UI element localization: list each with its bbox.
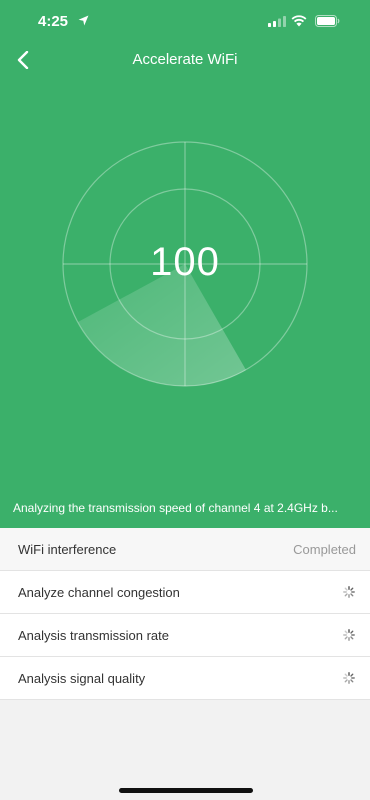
- hero-section: 4:25 Accelerate WiFi 100 Analyzing the t…: [0, 0, 370, 528]
- wifi-icon: [291, 15, 307, 27]
- check-item-label: Analyze channel congestion: [18, 585, 180, 600]
- spinner-icon: [343, 586, 355, 598]
- navigation-bar: Accelerate WiFi: [0, 44, 370, 76]
- location-arrow-icon: [78, 15, 89, 26]
- status-time: 4:25: [38, 13, 69, 30]
- speed-score: 100: [150, 240, 220, 284]
- analysis-status-text: Analyzing the transmission speed of chan…: [13, 501, 338, 515]
- check-item-label: WiFi interference: [18, 542, 117, 557]
- check-item-label: Analysis signal quality: [18, 671, 146, 686]
- check-item-label: Analysis transmission rate: [18, 628, 169, 643]
- check-item-wifi-interference: WiFi interference Completed: [0, 528, 370, 571]
- page-title: Accelerate WiFi: [132, 51, 238, 68]
- spinner-icon: [343, 629, 355, 641]
- check-item-signal-quality: Analysis signal quality: [0, 657, 370, 700]
- cellular-signal-icon: [268, 16, 286, 27]
- check-item-transmission-rate: Analysis transmission rate: [0, 614, 370, 657]
- battery-icon: [315, 15, 340, 27]
- spinner-icon: [343, 672, 355, 684]
- check-item-channel-congestion: Analyze channel congestion: [0, 571, 370, 614]
- check-item-status: Completed: [293, 542, 356, 557]
- status-bar: 4:25: [0, 0, 370, 44]
- home-indicator[interactable]: [119, 788, 253, 793]
- check-list: WiFi interference Completed Analyze chan…: [0, 528, 370, 700]
